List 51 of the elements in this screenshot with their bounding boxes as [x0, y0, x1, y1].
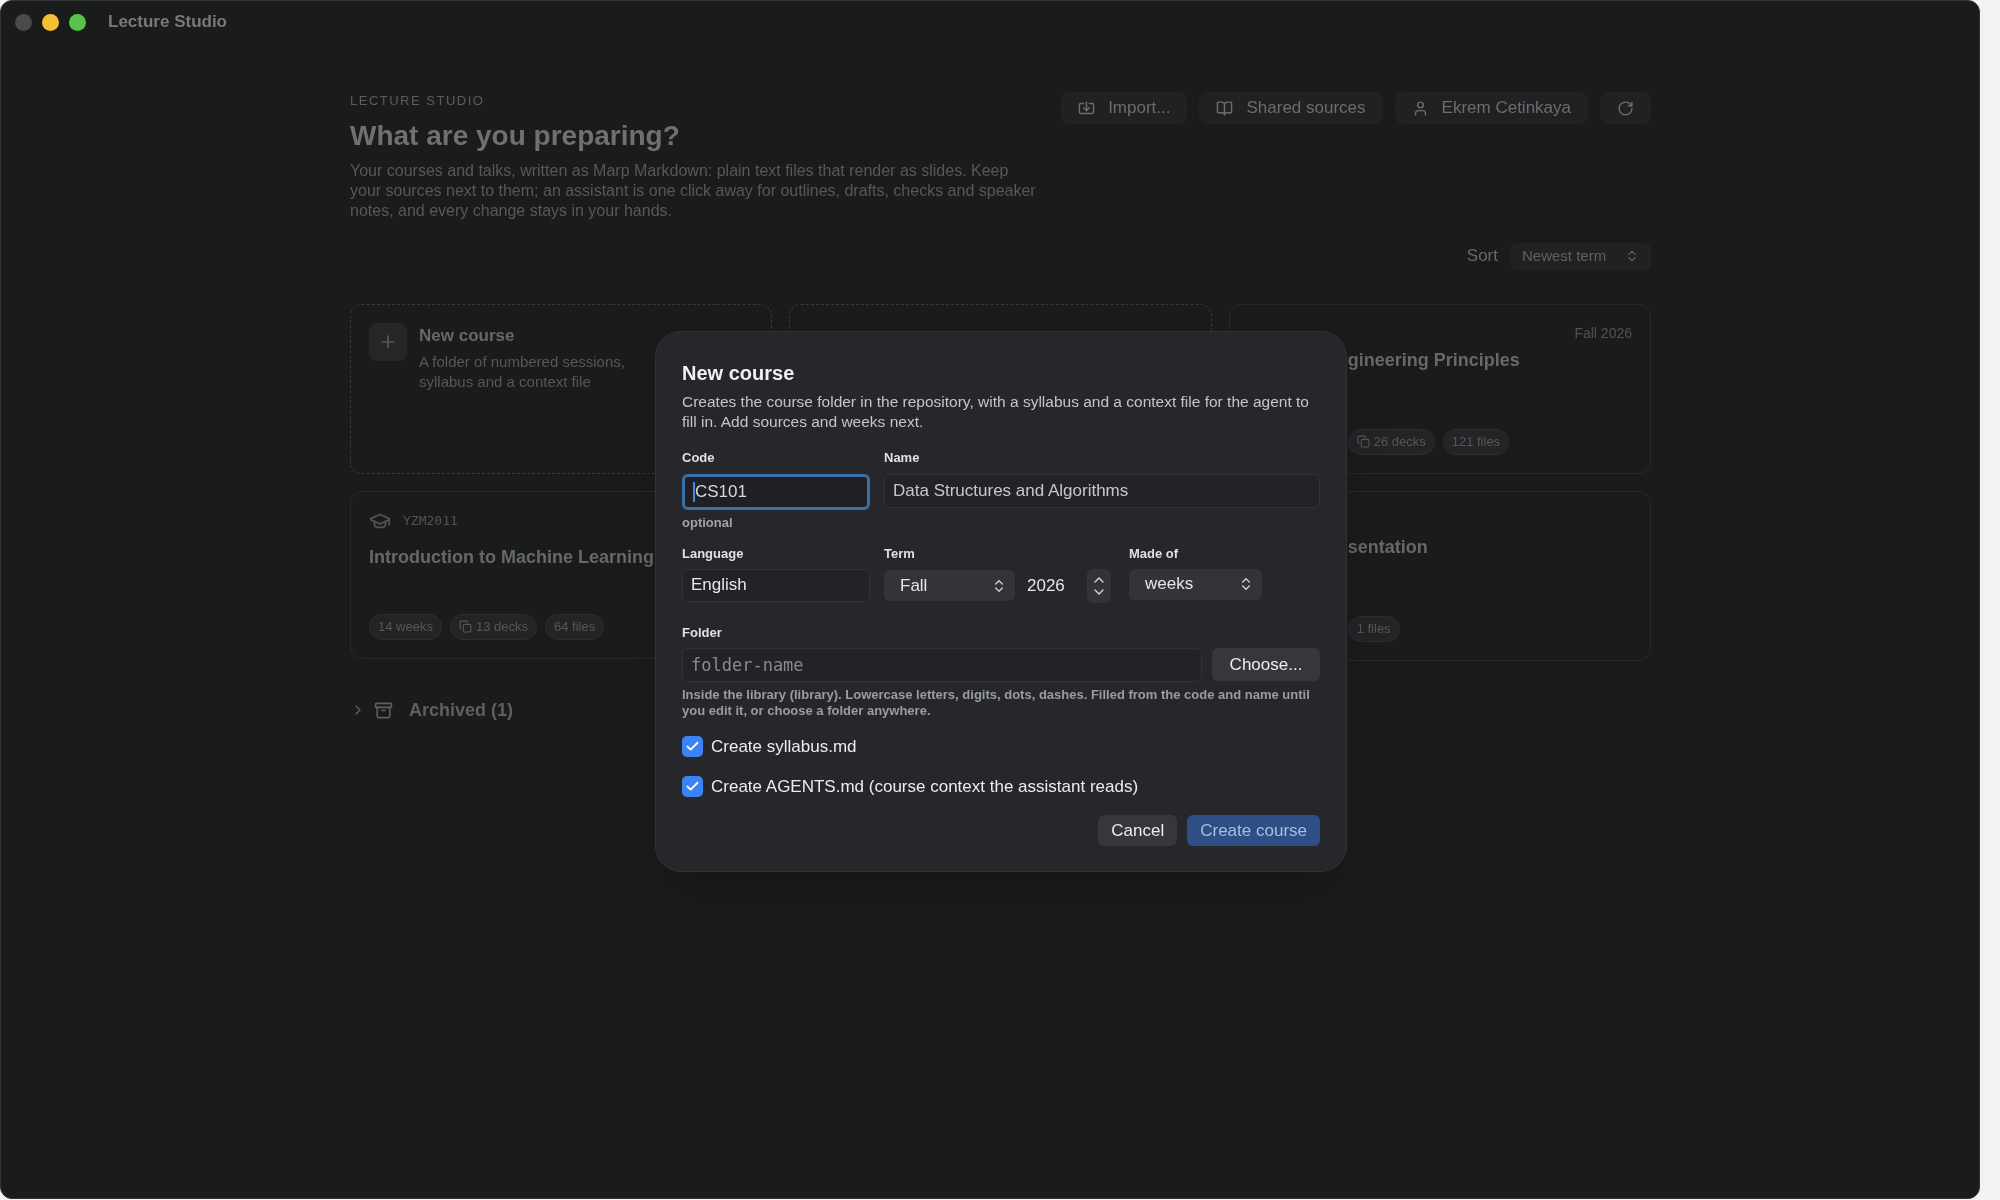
import-icon — [1078, 99, 1096, 117]
field-label: Term — [884, 545, 916, 563]
page-description: Your courses and talks, written as Marp Markdown: plain text files that render as slides. Keep your sources next to them; an assistant is one click away for outlines, drafts, checks and speaker notes, and every change stays in your hands. — [350, 160, 1037, 221]
field-label: Code — [682, 449, 716, 467]
course-title: gineering Principles — [1347, 348, 1521, 372]
checkbox-label: Create AGENTS.md (course context the assistant reads) — [711, 775, 1139, 798]
checkbox-label: Create syllabus.md — [711, 736, 857, 758]
name-field[interactable]: Data Structures and Algorithms — [884, 473, 1320, 508]
create-course-button[interactable]: Create course — [1187, 815, 1320, 846]
plus-icon — [369, 322, 407, 361]
toolbar-button[interactable]: Shared sources — [1199, 92, 1383, 124]
archive-icon — [374, 700, 393, 720]
course-title: Introduction to Machine Learning — [369, 545, 654, 569]
course-term: Fall 2026 — [1574, 323, 1632, 343]
folder-field[interactable]: folder-name — [682, 648, 1202, 682]
course-title: sentation — [1347, 535, 1429, 559]
page-heading: What are you preparing? — [350, 118, 681, 153]
card-description: A folder of numbered sessions, syllabus and a context file — [419, 352, 626, 392]
refresh-icon — [1617, 99, 1634, 117]
card-title: New course — [419, 324, 516, 347]
year-stepper[interactable] — [1087, 568, 1111, 603]
decks-icon — [1356, 435, 1370, 449]
app-eyebrow: LECTURE STUDIO — [350, 92, 486, 110]
text-cursor — [693, 481, 695, 502]
field-hint: Inside the library (library). Lowercase letters, digits, dots, dashes. Filled from the code and name until you edit it, or choose a folder anywhere. — [682, 687, 1311, 719]
field-label: Made of — [1129, 545, 1180, 563]
minimize-window-button[interactable] — [42, 13, 59, 31]
language-field[interactable]: English — [682, 568, 870, 602]
term-select[interactable]: Fall — [884, 570, 1015, 601]
sort-label: Sort — [1466, 245, 1498, 268]
toolbar-button[interactable]: Ekrem Cetinkaya — [1394, 92, 1588, 124]
toolbar-button[interactable]: Import... — [1061, 92, 1188, 124]
book-icon — [1216, 99, 1234, 117]
field-label: Language — [682, 545, 745, 563]
field-hint: optional — [682, 513, 734, 532]
decks-icon — [458, 620, 472, 634]
checkbox[interactable] — [682, 775, 703, 797]
window-title: Lecture Studio — [108, 11, 227, 34]
cancel-button[interactable]: Cancel — [1098, 815, 1178, 846]
checkbox[interactable] — [682, 736, 703, 758]
zoom-window-button[interactable] — [69, 13, 86, 31]
field-label: Folder — [682, 623, 723, 642]
sort-select[interactable]: Newest term — [1510, 242, 1651, 270]
course-code: YZM2011 — [403, 511, 458, 530]
archived-toggle[interactable]: Archived (1) — [350, 696, 514, 724]
field-label: Name — [884, 449, 921, 467]
code-field[interactable]: CS101 — [682, 473, 870, 510]
choose-button[interactable]: Choose... — [1212, 648, 1320, 681]
year-value: 2026 — [1027, 574, 1066, 597]
refresh-button[interactable] — [1600, 92, 1651, 124]
made-of-select[interactable]: weeks — [1129, 568, 1262, 600]
